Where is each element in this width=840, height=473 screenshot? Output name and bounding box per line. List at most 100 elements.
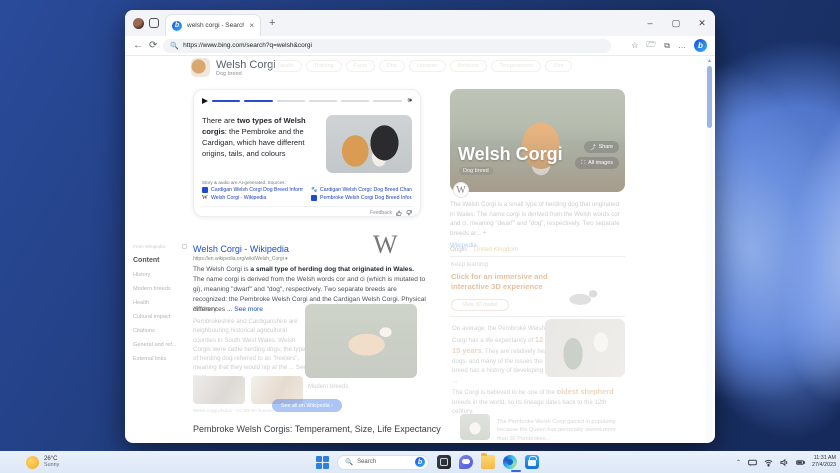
touch-keyboard-icon[interactable] <box>748 458 757 467</box>
3d-experience-title[interactable]: Click for an immersive and interactive 3… <box>451 272 571 293</box>
pill-size[interactable]: Size <box>545 60 572 72</box>
start-button[interactable] <box>316 456 329 469</box>
hidden-icons-chevron[interactable]: ⌃ <box>736 459 741 466</box>
thumbs-up-icon[interactable] <box>396 210 402 216</box>
filter-pills: Health Training Facts Diet Lifespan Beha… <box>270 60 572 72</box>
corgi-fact-photo[interactable] <box>545 319 625 377</box>
origin-label: Origin: <box>450 246 468 253</box>
taskbar-search[interactable]: 🔍 Search b <box>337 455 429 470</box>
page-title: Welsh Corgi <box>216 59 276 71</box>
wifi-icon[interactable] <box>764 458 773 467</box>
toc-item-modern-breeds[interactable]: Modern breeds <box>133 286 187 292</box>
view-3d-model-button[interactable]: View 3D model <box>451 299 509 311</box>
browser-tab[interactable]: b welsh corgi - Search × <box>165 14 261 36</box>
bing-icon[interactable]: b <box>415 457 425 467</box>
hero-subtitle: Dog breed <box>459 167 493 175</box>
maximize-button[interactable]: ▢ <box>663 10 689 36</box>
corgi-small-photo[interactable] <box>193 376 245 404</box>
progress-segment[interactable] <box>341 100 369 103</box>
desktop: b welsh corgi - Search × + – ▢ ✕ ← ⟳ 🔍 h… <box>0 0 840 473</box>
favorites-icon[interactable]: 🗁 <box>646 39 656 53</box>
scrollbar-thumb[interactable] <box>707 66 712 128</box>
address-bar[interactable]: 🔍 https://www.bing.com/search?q=welsh&co… <box>163 39 611 53</box>
photo-license-caption: Welsh corgi photos · CC BY-SA licence <box>193 408 273 413</box>
source-link[interactable]: 🐾Cardigan Welsh Corgi: Dog Breed Chara..… <box>311 187 412 193</box>
taskbar: 26°C Sunny 🔍 Search b ⌃ 11:31 <box>0 451 840 473</box>
progress-segment[interactable] <box>373 100 401 103</box>
next-result-heading[interactable]: Pembroke Welsh Corgis: Temperament, Size… <box>193 424 441 434</box>
corgi-3d-model-image[interactable] <box>555 284 611 312</box>
life-expectancy-fact: On average, the Pembroke Welsh Corgi has… <box>452 324 560 386</box>
teams-chat-icon[interactable] <box>459 455 473 469</box>
favorites-add-icon[interactable]: ☆ <box>631 41 638 50</box>
source-link[interactable]: Pembroke Welsh Corgi Dog Breed Infor... <box>311 195 412 201</box>
battery-icon[interactable] <box>796 458 805 467</box>
settings-more-icon[interactable]: … <box>678 41 686 50</box>
progress-segment[interactable] <box>277 100 305 103</box>
progress-segment[interactable] <box>212 100 240 103</box>
share-button[interactable]: ⤴Share <box>584 141 619 153</box>
divider <box>450 256 625 257</box>
tab-close-icon[interactable]: × <box>249 22 254 30</box>
volume-icon[interactable]: 🕪 <box>408 97 412 105</box>
toc-item-external-links[interactable]: External links <box>133 356 187 362</box>
volume-icon[interactable] <box>780 458 789 467</box>
toc-item-citations[interactable]: Citations <box>133 328 187 334</box>
toc-top-label: From Wikipedia <box>133 244 165 249</box>
history-text: Pembrokeshire and Cardiganshire are neig… <box>193 317 308 382</box>
pill-health[interactable]: Health <box>270 60 302 72</box>
divider <box>450 316 625 317</box>
close-button[interactable]: ✕ <box>689 10 715 36</box>
corgi-pair-photo[interactable] <box>326 115 412 173</box>
pill-temperament[interactable]: Temperament <box>491 60 541 72</box>
toc-item-cultural-impact[interactable]: Cultural impact <box>133 314 187 320</box>
taskbar-center: 🔍 Search b <box>316 455 539 470</box>
progress-segment[interactable] <box>309 100 337 103</box>
modern-breeds-photo[interactable] <box>305 304 417 378</box>
pill-training[interactable]: Training <box>306 60 342 72</box>
toc-item-health[interactable]: Health <box>133 300 187 306</box>
bing-discover-button[interactable]: b <box>694 39 707 52</box>
all-images-button[interactable]: ⛶All images <box>575 157 619 169</box>
toc-item-general-refs[interactable]: General and ref... <box>133 342 187 348</box>
open-in-new-icon[interactable] <box>182 244 187 249</box>
browser-toolbar: ← ⟳ 🔍 https://www.bing.com/search?q=wels… <box>125 36 715 56</box>
toc-item-history[interactable]: History <box>133 272 187 278</box>
edge-browser-icon[interactable] <box>503 455 517 469</box>
file-explorer-icon[interactable] <box>481 455 495 469</box>
task-view-icon[interactable] <box>437 455 451 469</box>
feedback-link[interactable]: Feedback <box>370 210 392 216</box>
source-link[interactable]: WWelsh Corgi - Wikipedia <box>202 195 303 201</box>
refresh-button[interactable]: ⟳ <box>149 41 157 51</box>
play-icon[interactable] <box>202 98 208 104</box>
pill-diet[interactable]: Diet <box>379 60 405 72</box>
progress-segment[interactable] <box>244 100 272 103</box>
microsoft-store-icon[interactable] <box>525 455 539 469</box>
taskbar-clock[interactable]: 11:31 AM 27/4/2023 <box>812 455 836 470</box>
see-all-wikipedia-button[interactable]: See all on Wikipedia › <box>272 399 342 412</box>
new-tab-button[interactable]: + <box>269 17 275 29</box>
back-button[interactable]: ← <box>133 41 143 51</box>
weather-widget[interactable]: 26°C Sunny <box>26 456 59 469</box>
pembroke-small-photo[interactable] <box>460 414 490 440</box>
thumbs-down-icon[interactable] <box>406 210 412 216</box>
story-text: There are two types of Welsh corgis: the… <box>202 115 318 173</box>
scrollbar-up-arrow[interactable]: ▲ <box>706 58 713 64</box>
source-link[interactable]: Cardigan Welsh Corgi Dog Breed Inform... <box>202 187 303 193</box>
pill-facts[interactable]: Facts <box>346 60 375 72</box>
browser-titlebar: b welsh corgi - Search × + – ▢ ✕ <box>125 10 715 36</box>
tab-title: welsh corgi - Search <box>187 22 244 29</box>
sources-list: Cardigan Welsh Corgi Dog Breed Inform...… <box>202 187 412 201</box>
pill-lifespan[interactable]: Lifespan <box>409 60 446 72</box>
hero-image-card[interactable]: Welsh Corgi Dog breed ⤴Share ⛶All images… <box>450 89 625 192</box>
modern-breeds-caption: Modern breeds <box>308 384 348 390</box>
workspaces-icon[interactable] <box>149 18 159 28</box>
breed-thumbnail[interactable] <box>191 58 210 77</box>
search-icon: 🔍 <box>170 42 179 50</box>
collections-icon[interactable]: ⧉ <box>664 41 670 51</box>
profile-avatar[interactable] <box>133 18 144 29</box>
pill-behavior[interactable]: Behavior <box>450 60 488 72</box>
origin-value-link[interactable]: United Kingdom <box>474 246 518 253</box>
highlight-oldest-shepherd: oldest shepherd <box>557 387 614 396</box>
minimize-button[interactable]: – <box>637 10 663 36</box>
